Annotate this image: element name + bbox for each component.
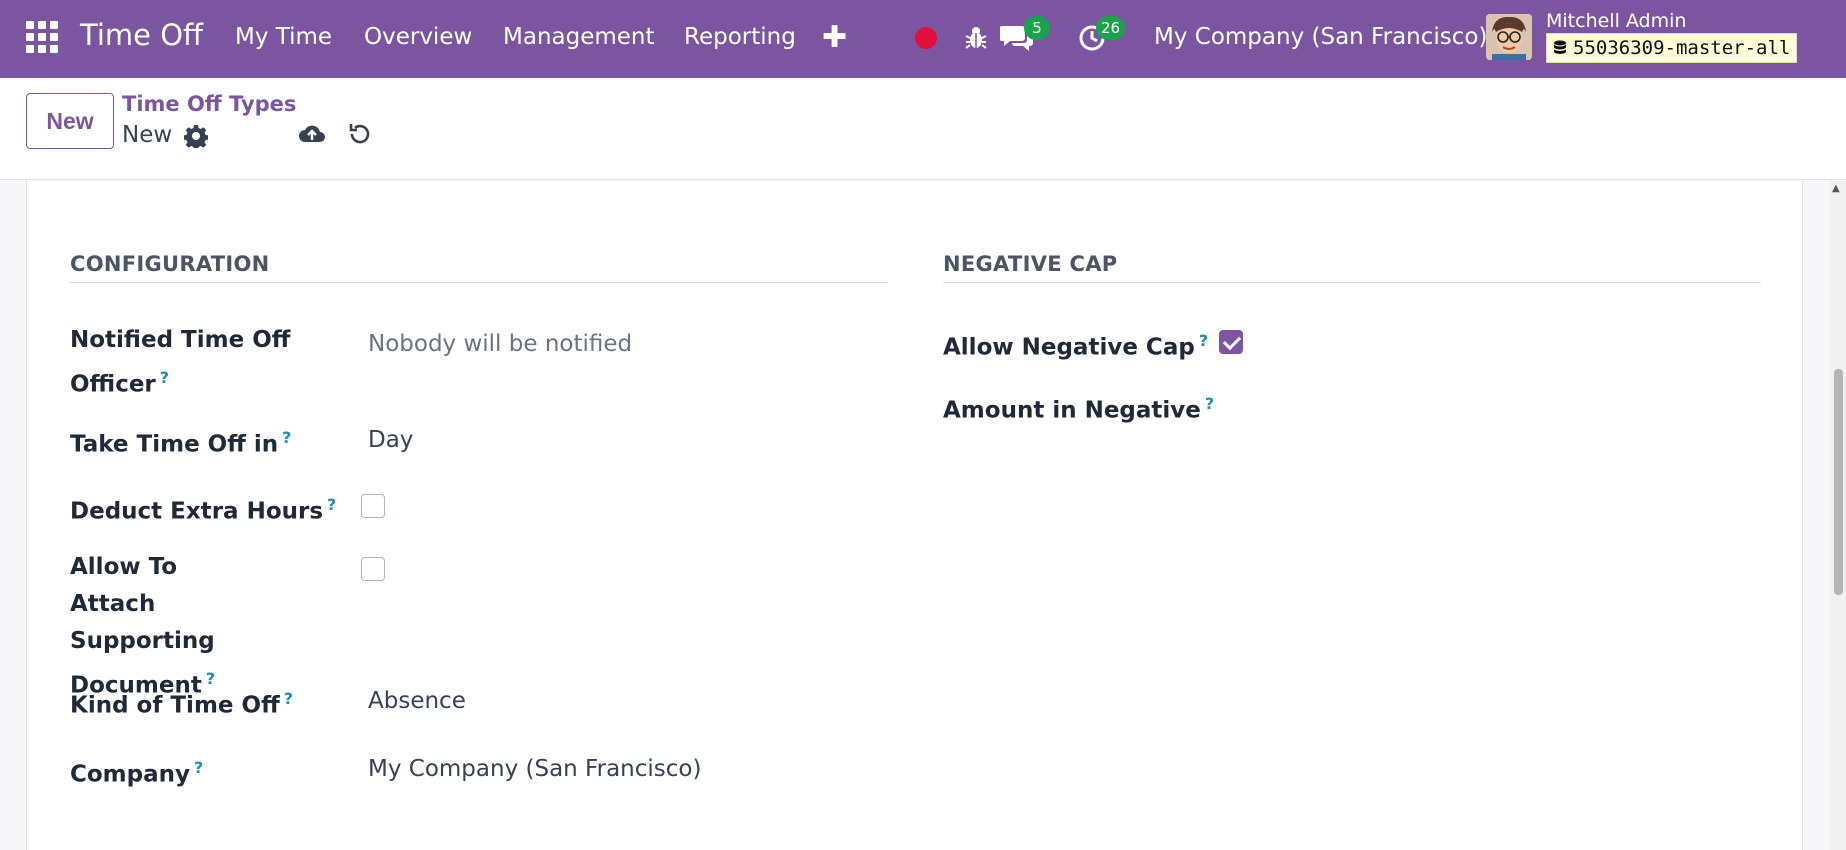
apps-grid-icon[interactable] — [26, 21, 58, 53]
breadcrumb-current: New — [122, 122, 173, 148]
notified-officer-label: Notified Time Off Officer? — [70, 327, 291, 398]
scrollbar-thumb[interactable] — [1834, 369, 1843, 595]
configuration-divider — [70, 282, 888, 283]
take-time-off-in-label: Take Time Off in? — [70, 428, 292, 458]
take-time-off-in-field[interactable]: Day — [368, 427, 413, 453]
company-label: Company? — [70, 758, 204, 788]
breadcrumb-parent[interactable]: Time Off Types — [122, 92, 296, 116]
deduct-extra-hours-checkbox[interactable] — [361, 494, 385, 518]
new-button[interactable]: New — [26, 93, 114, 149]
cloud-upload-icon[interactable] — [298, 120, 326, 148]
company-switcher[interactable]: My Company (San Francisco) — [1154, 24, 1487, 50]
record-icon[interactable] — [915, 27, 937, 49]
amount-in-negative-label: Amount in Negative? — [943, 394, 1215, 424]
help-icon[interactable]: ? — [160, 368, 169, 387]
undo-icon[interactable] — [346, 120, 374, 148]
scroll-up-icon[interactable]: ▲ — [1832, 183, 1840, 194]
database-badge: 55036309-master-all — [1546, 33, 1798, 63]
control-panel: New Time Off Types New — [0, 78, 1846, 180]
company-field[interactable]: My Company (San Francisco) — [368, 756, 701, 782]
menu-my-time[interactable]: My Time — [235, 24, 332, 50]
negative-cap-divider — [943, 282, 1761, 283]
plus-icon[interactable]: ✚ — [822, 20, 847, 55]
allow-negative-cap-label: Allow Negative Cap? — [943, 331, 1209, 361]
allow-negative-cap-checkbox[interactable] — [1219, 330, 1243, 354]
avatar[interactable] — [1486, 14, 1532, 60]
help-icon[interactable]: ? — [1199, 331, 1208, 350]
activities-count-badge: 26 — [1096, 16, 1126, 40]
help-icon[interactable]: ? — [327, 495, 336, 514]
app-title[interactable]: Time Off — [80, 18, 203, 52]
gear-icon[interactable] — [183, 124, 209, 150]
menu-overview[interactable]: Overview — [364, 24, 472, 50]
deduct-extra-hours-label: Deduct Extra Hours? — [70, 495, 337, 525]
help-icon[interactable]: ? — [194, 758, 203, 777]
menu-management[interactable]: Management — [503, 24, 655, 50]
help-icon[interactable]: ? — [284, 689, 293, 708]
kind-of-time-off-label: Kind of Time Off? — [70, 689, 293, 719]
messages-count-badge: 5 — [1024, 16, 1050, 40]
attach-document-checkbox[interactable] — [361, 557, 385, 581]
help-icon[interactable]: ? — [282, 428, 291, 447]
top-navbar: Time Off My Time Overview Management Rep… — [0, 0, 1846, 78]
negative-cap-section-title: NEGATIVE CAP — [943, 252, 1118, 276]
menu-reporting[interactable]: Reporting — [684, 24, 796, 50]
database-icon — [1554, 40, 1566, 54]
user-name[interactable]: Mitchell Admin — [1546, 10, 1686, 32]
notified-officer-field[interactable]: Nobody will be notified — [368, 331, 632, 357]
configuration-section-title: CONFIGURATION — [70, 252, 270, 276]
bug-icon[interactable] — [962, 24, 990, 52]
vertical-scrollbar[interactable]: ▲ — [1830, 181, 1846, 850]
form-sheet: CONFIGURATION Notified Time Off Officer?… — [26, 181, 1803, 850]
kind-of-time-off-field[interactable]: Absence — [368, 688, 466, 714]
help-icon[interactable]: ? — [1205, 394, 1214, 413]
database-name: 55036309-master-all — [1573, 37, 1791, 59]
